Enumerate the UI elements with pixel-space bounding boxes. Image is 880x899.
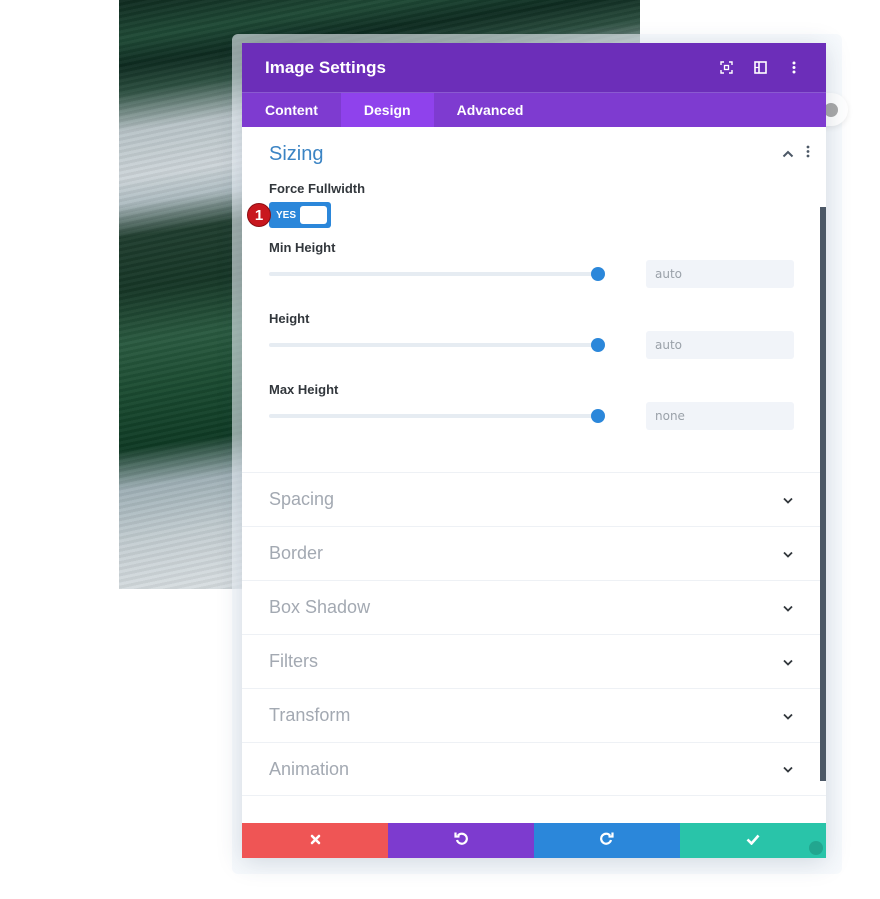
modal-title: Image Settings [265,57,386,77]
split-view-icon[interactable] [751,59,769,77]
section-title: Spacing [269,489,335,509]
min-height-input[interactable]: auto [646,260,794,288]
scrollbar[interactable] [820,207,826,781]
slider-thumb[interactable] [591,338,605,352]
chevron-down-icon [783,491,793,509]
min-height-slider[interactable] [269,267,605,281]
max-height-slider[interactable] [269,409,605,423]
section-animation[interactable]: Animation [242,742,826,796]
annotation-badge: 1 [247,203,271,227]
chevron-down-icon [783,760,793,778]
globe-icon [824,102,838,117]
slider-thumb[interactable] [591,267,605,281]
toggle-knob [300,206,327,224]
section-title: Sizing [269,142,324,165]
section-title: Animation [269,758,350,779]
section-title: Filters [269,651,318,671]
max-height-input[interactable]: none [646,402,794,430]
section-spacing[interactable]: Spacing [242,472,826,526]
min-height-label: Min Height [269,240,336,255]
max-height-field: Max Height none [242,378,826,472]
chevron-down-icon [783,545,793,563]
force-fullwidth-label: Force Fullwidth [269,181,366,196]
close-icon [310,832,321,850]
image-settings-modal: Image Settings Content Design Advanced S… [242,43,826,858]
undo-icon [454,831,468,850]
tab-advanced[interactable]: Advanced [434,93,547,127]
check-icon [746,832,760,850]
section-box-shadow[interactable]: Box Shadow [242,580,826,634]
modal-footer [242,823,826,858]
toggle-state-label: YES [276,209,297,221]
tab-design[interactable]: Design [340,93,434,127]
section-title: Transform [269,705,351,725]
force-fullwidth-toggle[interactable]: YES [269,202,331,228]
redo-button[interactable] [534,823,680,858]
height-field: Height auto [242,307,826,378]
focus-icon[interactable] [717,59,735,77]
section-title: Box Shadow [269,597,371,617]
undo-button[interactable] [388,823,534,858]
section-filters[interactable]: Filters [242,634,826,688]
section-sizing-header[interactable]: Sizing [242,127,826,181]
min-height-field: Min Height auto [242,236,826,307]
tab-content[interactable]: Content [242,93,341,127]
section-title: Border [269,543,324,563]
chevron-up-icon[interactable] [782,145,794,163]
settings-content: Sizing Force Fullwidth YES 1 Min Height [242,127,826,823]
redo-icon [600,831,614,850]
section-border[interactable]: Border [242,526,826,580]
chevron-down-icon [783,653,793,671]
chevron-down-icon [783,707,793,725]
save-button[interactable] [680,823,826,858]
height-slider[interactable] [269,338,605,352]
tab-bar: Content Design Advanced [242,93,826,127]
cancel-button[interactable] [242,823,388,858]
height-input[interactable]: auto [646,331,794,359]
more-vertical-icon[interactable] [806,145,810,163]
height-label: Height [269,311,310,326]
modal-header[interactable]: Image Settings [242,43,826,93]
resize-handle-icon[interactable] [809,841,823,855]
chevron-down-icon [783,599,793,617]
max-height-label: Max Height [269,382,339,397]
section-transform[interactable]: Transform [242,688,826,742]
slider-thumb[interactable] [591,409,605,423]
more-vertical-icon[interactable] [785,59,803,77]
